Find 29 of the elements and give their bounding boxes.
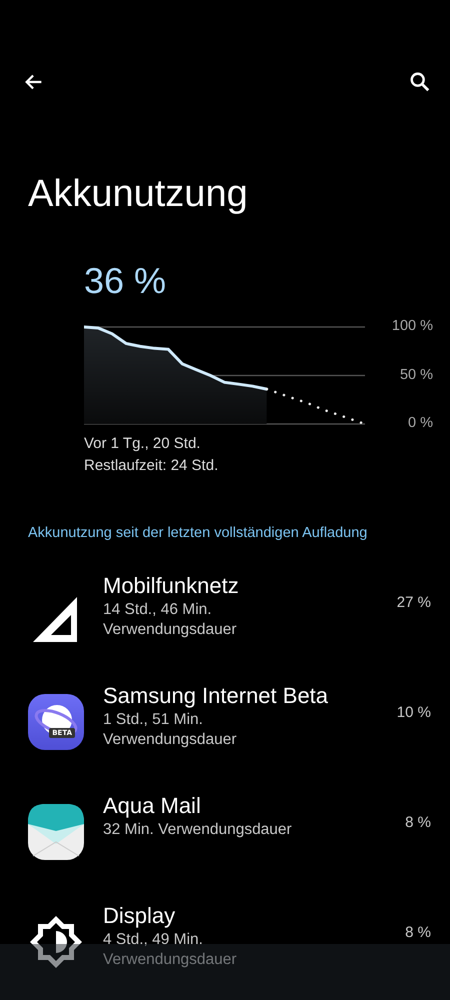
axis-label: 100 % <box>392 318 433 334</box>
usage-percent: 27 % <box>396 594 431 611</box>
axis-label: 50 % <box>400 366 433 382</box>
brightness-icon <box>28 914 84 970</box>
app-name: Samsung Internet Beta <box>103 682 330 710</box>
app-name: Display <box>103 902 176 930</box>
app-usage-row[interactable]: Mobilfunknetz 14 Std., 46 Min. Verwendungsdauer 27 % <box>0 570 450 680</box>
remaining-time: Restlaufzeit: 24 Std. <box>84 456 220 476</box>
usage-percent: 8 % <box>405 924 431 941</box>
usage-time: Verwendungsdauer <box>103 620 238 640</box>
app-usage-row[interactable]: Aqua Mail 32 Min. Verwendungsdauer 8 % <box>0 790 450 900</box>
usage-percent: 8 % <box>405 814 431 831</box>
axis-label: 0 % <box>408 415 433 431</box>
app-name: Mobilfunknetz <box>103 572 240 600</box>
app-usage-row[interactable]: Display 4 Std., 49 Min. Verwendungsdauer 8 % <box>0 900 450 1000</box>
usage-time: 32 Min. Verwendungsdauer <box>103 820 293 840</box>
usage-time: Verwendungsdauer <box>103 950 238 970</box>
search-icon <box>409 71 431 93</box>
usage-time: 4 Std., 49 Min. <box>103 930 204 950</box>
chart-start-label: Vor 1 Tg., 20 Std. <box>84 434 202 454</box>
battery-percent: 36 % <box>84 259 168 303</box>
usage-time: Verwendungsdauer <box>103 730 238 750</box>
usage-time: 14 Std., 46 Min. <box>103 600 213 620</box>
section-header: Akkunutzung seit der letzten vollständigen Aufladung <box>28 525 368 541</box>
usage-percent: 10 % <box>396 704 431 721</box>
page-title: Akkunutzung <box>28 172 249 217</box>
usage-time: 1 Std., 51 Min. <box>103 710 204 730</box>
envelope-app-icon <box>28 804 84 860</box>
app-name: Aqua Mail <box>103 792 202 820</box>
